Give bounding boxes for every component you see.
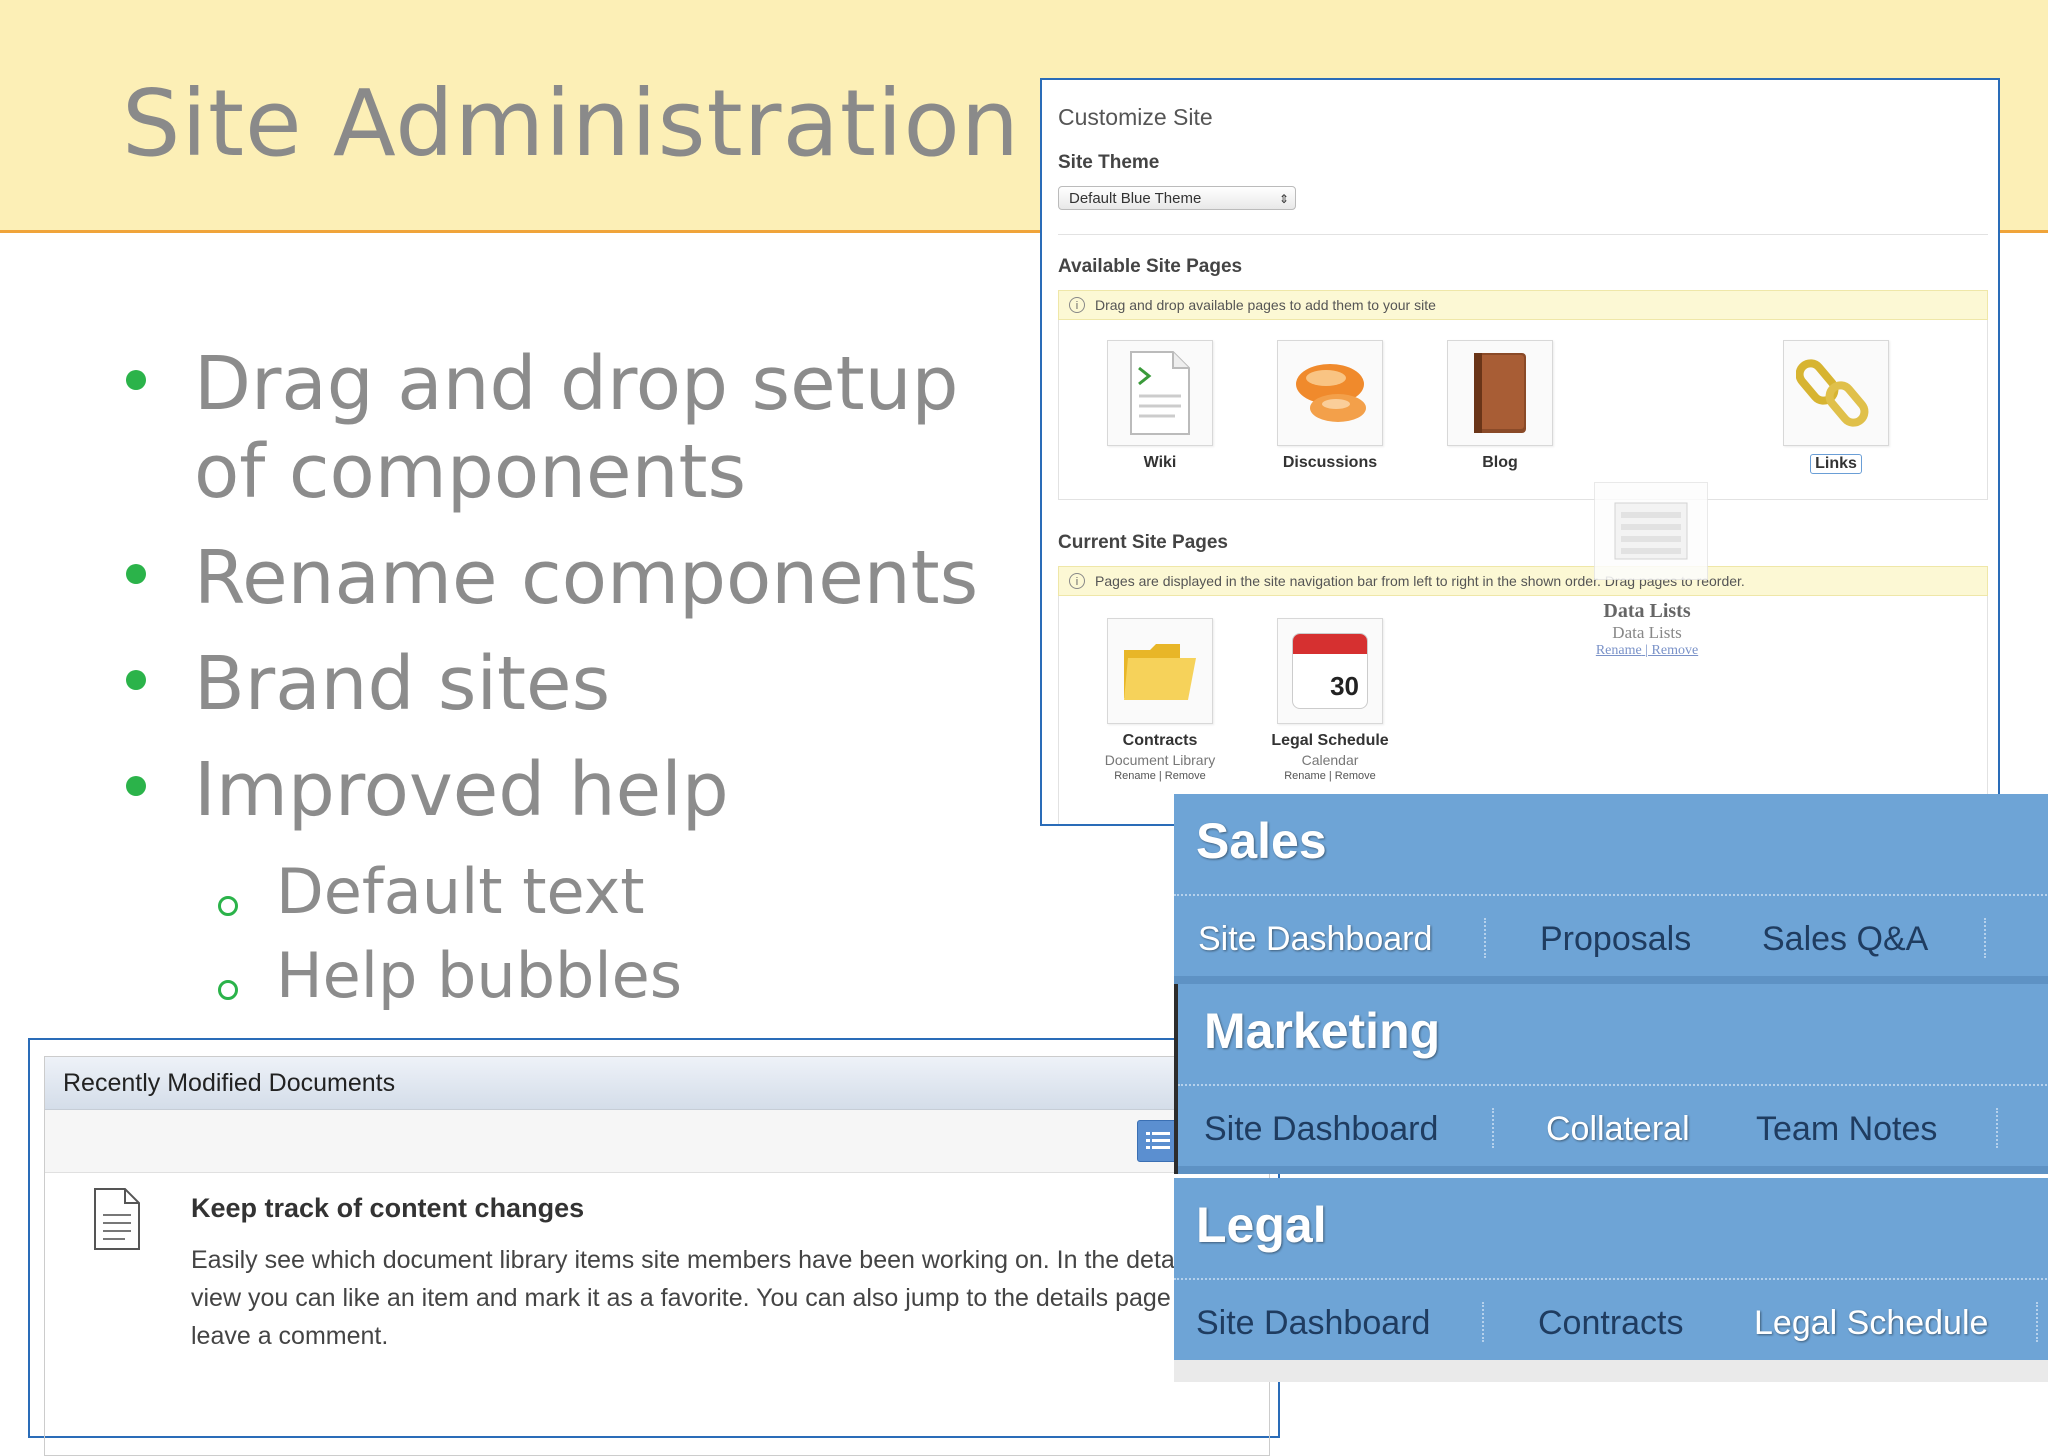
bullet-item: Rename components <box>122 534 1002 622</box>
slide-title: Site Administration <box>122 70 1021 177</box>
site-name: Legal <box>1196 1197 1327 1253</box>
rename-remove-links[interactable]: Rename | Remove <box>1260 770 1400 782</box>
wiki-page-icon <box>1107 340 1213 446</box>
nav-separator <box>1482 1302 1484 1342</box>
nav-legal-schedule[interactable]: Legal Schedule <box>1754 1284 1988 1362</box>
page-item-legal-schedule[interactable]: 30 Legal Schedule Calendar Rename | Remo… <box>1260 618 1400 782</box>
navbar-divider <box>1174 1278 2048 1280</box>
page-item-label: Legal Schedule <box>1271 732 1389 749</box>
info-icon: i <box>1069 573 1085 589</box>
page-item-discussions[interactable]: Discussions <box>1260 340 1400 472</box>
link-separator: | <box>1645 643 1649 658</box>
info-icon: i <box>1069 297 1085 313</box>
navbar-divider <box>1178 1084 2048 1086</box>
page-item-label: Contracts <box>1122 732 1198 749</box>
current-pages-heading: Current Site Pages <box>1058 532 1228 553</box>
calendar-graphic: 30 <box>1292 633 1368 709</box>
document-icon <box>89 1187 145 1258</box>
calendar-day: 30 <box>1330 671 1359 701</box>
site-navbar-sales: Sales Site Dashboard Proposals Sales Q&A <box>1174 794 2048 984</box>
page-item-wiki[interactable]: Wiki <box>1090 340 1230 472</box>
page-item-label: Links <box>1810 454 1862 474</box>
page-item-label: Wiki <box>1143 454 1177 471</box>
site-navbar-legal: Legal Site Dashboard Contracts Legal Sch… <box>1174 1178 2048 1382</box>
discussions-page-icon <box>1277 340 1383 446</box>
divider <box>1058 234 1988 235</box>
recently-modified-documents-panel: Recently Modified Documents Keep track o… <box>28 1038 1280 1456</box>
nav-separator <box>1996 1108 1998 1148</box>
nav-collateral[interactable]: Collateral <box>1546 1090 1690 1168</box>
rename-remove-links[interactable]: Rename | Remove <box>1090 770 1230 782</box>
dragging-page-type: Data Lists <box>1612 623 1682 642</box>
bullet-item: Brand sites <box>122 640 1002 728</box>
nav-contracts[interactable]: Contracts <box>1538 1284 1684 1362</box>
list-icon <box>1146 1132 1170 1149</box>
remove-link[interactable]: Remove <box>1652 643 1699 658</box>
site-name: Sales <box>1196 813 1327 869</box>
bullet-dot-icon <box>126 370 146 390</box>
sub-bullet-text: Help bubbles <box>276 939 683 1012</box>
dragging-page-text: Data Lists Data Lists Rename | Remove <box>1542 600 1752 659</box>
customize-site-panel: Customize Site Site Theme Default Blue T… <box>1040 78 2000 826</box>
help-tip-title: Keep track of content changes <box>191 1193 585 1223</box>
nav-sales-qa[interactable]: Sales Q&A <box>1762 900 1928 978</box>
panel-title: Recently Modified Documents <box>45 1057 1269 1110</box>
available-pages-heading: Available Site Pages <box>1058 256 1243 277</box>
sub-bullet-text: Default text <box>276 855 645 928</box>
sub-bullet-item: Help bubbles <box>122 936 1002 1016</box>
sub-bullet-item: Default text <box>122 852 1002 932</box>
nav-separator <box>1984 918 1986 958</box>
sub-bullet-ring-icon <box>218 896 238 916</box>
page-item-type: Document Library <box>1104 752 1216 768</box>
nav-separator <box>1492 1108 1494 1148</box>
sub-bullet-ring-icon <box>218 980 238 1000</box>
page-item-contracts[interactable]: Contracts Document Library Rename | Remo… <box>1090 618 1230 782</box>
available-pages-info-text: Drag and drop available pages to add the… <box>1095 297 1436 313</box>
list-view-button[interactable] <box>1137 1120 1179 1162</box>
site-name: Marketing <box>1204 1003 1441 1059</box>
page-item-label: Blog <box>1482 454 1518 471</box>
nav-proposals[interactable]: Proposals <box>1540 900 1691 978</box>
dragging-page-title: Data Lists <box>1603 600 1691 622</box>
bullet-text: Improved help <box>194 747 729 833</box>
bullet-item: Drag and drop setup of components <box>122 340 1002 516</box>
bullet-item: Improved help <box>122 746 1002 834</box>
bullet-list: Drag and drop setup of components Rename… <box>122 340 1002 1016</box>
calendar-header <box>1293 634 1367 654</box>
nav-site-dashboard[interactable]: Site Dashboard <box>1198 900 1432 978</box>
nav-site-dashboard[interactable]: Site Dashboard <box>1204 1090 1438 1168</box>
nav-site-dashboard[interactable]: Site Dashboard <box>1196 1284 1430 1362</box>
dragging-page-ghost[interactable] <box>1594 482 1708 580</box>
bullet-text: Rename components <box>194 535 979 621</box>
page-item-links[interactable]: Links <box>1766 340 1906 474</box>
bullet-dot-icon <box>126 776 146 796</box>
site-theme-select[interactable]: Default Blue Theme ⇕ <box>1058 186 1296 210</box>
site-navbar-marketing: Marketing Site Dashboard Collateral Team… <box>1174 984 2048 1174</box>
page-item-blog[interactable]: Blog <box>1430 340 1570 472</box>
folder-icon <box>1107 618 1213 724</box>
select-arrows-icon: ⇕ <box>1278 192 1289 206</box>
available-pages-info: i Drag and drop available pages to add t… <box>1058 290 1988 320</box>
bullet-text: Drag and drop setup of components <box>194 341 959 515</box>
site-theme-value: Default Blue Theme <box>1069 190 1202 207</box>
customize-site-heading: Customize Site <box>1058 104 1213 130</box>
navbar-divider <box>1174 894 2048 896</box>
calendar-icon: 30 <box>1277 618 1383 724</box>
help-tip-body: Easily see which document library items … <box>191 1246 1214 1350</box>
bullet-text: Brand sites <box>194 641 611 727</box>
nav-separator <box>2036 1302 2038 1342</box>
nav-separator <box>1484 918 1486 958</box>
bullet-dot-icon <box>126 670 146 690</box>
current-pages-info: i Pages are displayed in the site naviga… <box>1058 566 1988 596</box>
bullet-dot-icon <box>126 564 146 584</box>
blog-page-icon <box>1447 340 1553 446</box>
site-theme-label: Site Theme <box>1058 152 1160 173</box>
page-item-type: Calendar <box>1301 752 1359 768</box>
nav-team-notes[interactable]: Team Notes <box>1756 1090 1937 1168</box>
rename-link[interactable]: Rename <box>1596 643 1642 658</box>
page-item-label: Discussions <box>1282 454 1378 471</box>
links-chain-icon <box>1783 340 1889 446</box>
panel-toolbar <box>45 1110 1269 1173</box>
